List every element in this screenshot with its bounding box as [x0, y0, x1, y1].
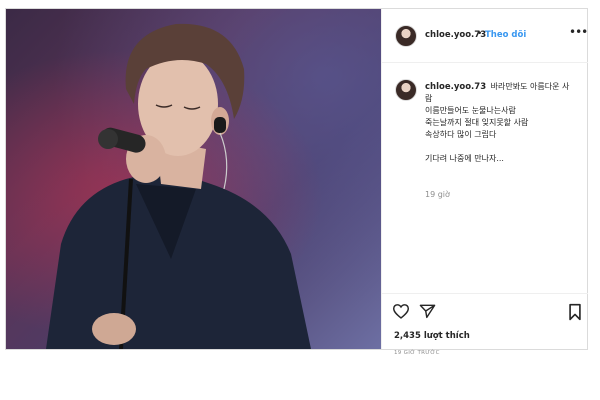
more-options-icon[interactable]: •••: [569, 25, 588, 39]
caption-line: 죽는날까지 절대 잊지못할 사람: [425, 118, 529, 127]
author-avatar[interactable]: [395, 25, 417, 47]
post-sidebar: chloe.yoo.73 • Theo dõi ••• chloe.yoo.73…: [381, 9, 588, 356]
caption-line: 속상하다 많이 그립다: [425, 130, 497, 139]
share-icon[interactable]: [419, 303, 436, 323]
caption-text: chloe.yoo.73 바라만봐도 아름다운 사 람 이름만들어도 눈물나는사…: [425, 81, 585, 165]
instagram-post: chloe.yoo.73 • Theo dõi ••• chloe.yoo.73…: [5, 8, 588, 356]
singer-illustration: [46, 23, 311, 349]
post-actions: 2,435 lượt thích 19 GIỜ TRƯỚC: [382, 293, 588, 356]
post-photo[interactable]: [6, 9, 381, 349]
caption-line: 기다려 나중에 만나자...: [425, 154, 504, 163]
caption-age: 19 giờ: [425, 190, 450, 199]
heart-icon[interactable]: [392, 303, 410, 323]
caption-username[interactable]: chloe.yoo.73: [425, 82, 486, 92]
likes-count[interactable]: 2,435 lượt thích: [394, 331, 470, 341]
bookmark-icon[interactable]: [568, 303, 582, 325]
comments-area: chloe.yoo.73 바라만봐도 아름다운 사 람 이름만들어도 눈물나는사…: [382, 63, 588, 293]
caption-line: 이름만들어도 눈물나는사람: [425, 106, 516, 115]
caption-line: 바라만봐도 아름다운 사: [490, 82, 570, 91]
post-header: chloe.yoo.73 • Theo dõi •••: [382, 9, 588, 63]
separator-dot: •: [477, 29, 483, 39]
follow-button[interactable]: Theo dõi: [485, 30, 526, 40]
post-timestamp: 19 GIỜ TRƯỚC: [394, 350, 440, 356]
caption-line: 람: [425, 94, 433, 103]
caption-avatar[interactable]: [395, 79, 417, 101]
